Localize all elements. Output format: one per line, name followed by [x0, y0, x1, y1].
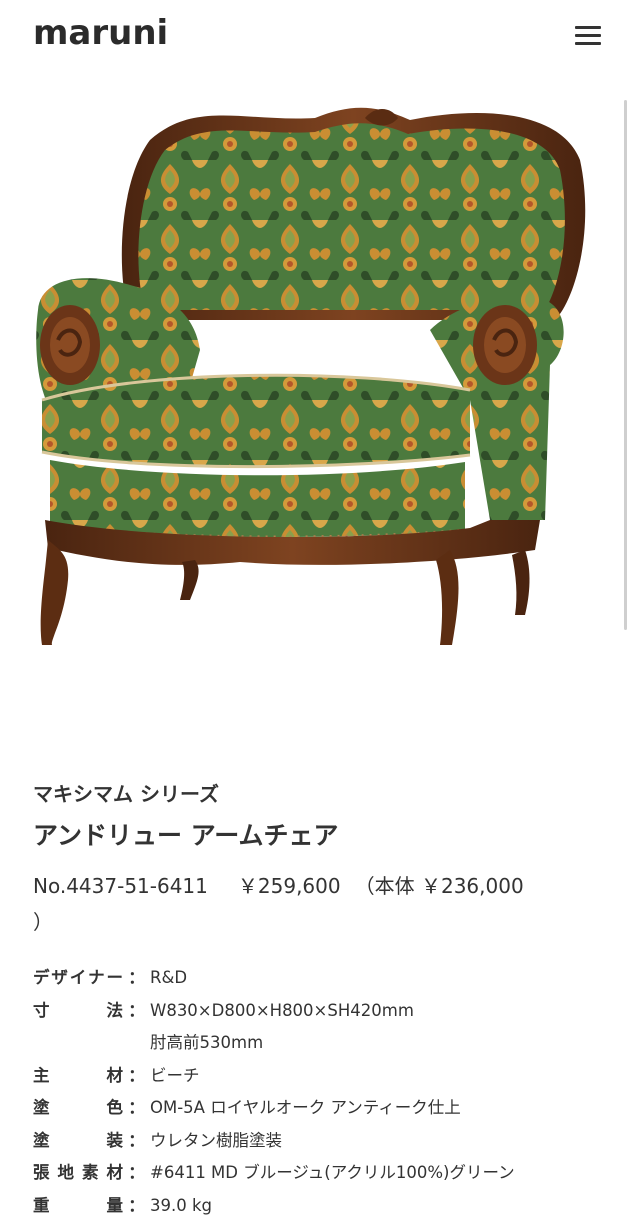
spec-colon: ： [123, 1092, 150, 1125]
menu-line [575, 34, 601, 37]
spec-colon: ： [123, 1125, 150, 1158]
spec-row-material: 主材 ： ビーチ [33, 1060, 623, 1093]
hamburger-menu-icon[interactable] [568, 18, 608, 52]
product-name: アンドリュー アームチェア [33, 818, 338, 854]
menu-line [575, 26, 601, 29]
spec-row-color: 塗色 ： OM-5A ロイヤルオーク アンティーク仕上 [33, 1092, 623, 1125]
spec-colon: ： [123, 1157, 150, 1190]
spec-colon: ： [123, 1190, 150, 1222]
spec-label: 張地素材 [33, 1157, 123, 1190]
spec-row-designer: デザイナー ： R&D [33, 962, 623, 995]
spec-value: W830×D800×H800×SH420mm 肘高前530mm [150, 995, 623, 1060]
spec-row-weight: 重量 ： 39.0 kg [33, 1190, 623, 1222]
spec-label: 塗色 [33, 1092, 123, 1125]
product-number: No.4437-51-6411 [33, 874, 208, 898]
product-price-close: ） [33, 910, 53, 934]
spec-label: 主材 [33, 1060, 123, 1093]
product-series: マキシマム シリーズ [33, 779, 219, 809]
spec-value: ビーチ [150, 1060, 623, 1093]
spec-label: 塗装 [33, 1125, 123, 1158]
menu-line [575, 42, 601, 45]
spec-value: ウレタン樹脂塗装 [150, 1125, 623, 1158]
spec-colon: ： [123, 995, 150, 1060]
site-header: maruni [0, 0, 629, 80]
spec-colon: ： [123, 962, 150, 995]
spec-label: 重量 [33, 1190, 123, 1222]
maruni-logo[interactable]: maruni [33, 9, 168, 57]
spec-row-dimensions: 寸法 ： W830×D800×H800×SH420mm 肘高前530mm [33, 995, 623, 1060]
product-price: ￥259,600 [238, 874, 341, 898]
spec-value: #6411 MD ブルージュ(アクリル100%)グリーン [150, 1157, 623, 1190]
scrollbar[interactable] [624, 100, 627, 630]
product-price-body: （本体 ￥236,000 [355, 874, 524, 898]
spec-label: 寸法 [33, 995, 123, 1060]
spec-colon: ： [123, 1060, 150, 1093]
spec-value: 39.0 kg [150, 1190, 623, 1222]
armchair-product-image [20, 100, 610, 680]
spec-value: R&D [150, 962, 623, 995]
price-line: No.4437-51-6411 ￥259,600 （本体 ￥236,000 ） [33, 868, 603, 940]
spec-table: デザイナー ： R&D 寸法 ： W830×D800×H800×SH420mm … [33, 962, 623, 1222]
spec-row-fabric: 張地素材 ： #6411 MD ブルージュ(アクリル100%)グリーン [33, 1157, 623, 1190]
spec-label: デザイナー [33, 962, 123, 995]
spec-row-finish: 塗装 ： ウレタン樹脂塗装 [33, 1125, 623, 1158]
spec-value: OM-5A ロイヤルオーク アンティーク仕上 [150, 1092, 623, 1125]
